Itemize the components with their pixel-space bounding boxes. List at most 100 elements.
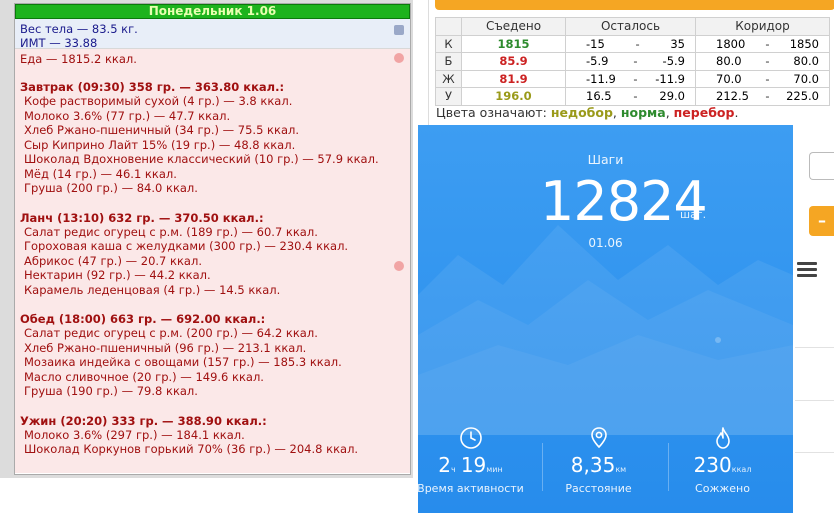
body-weight: Вес тела — 83.5 кг. (20, 22, 138, 36)
calories-caption: Сожжено (695, 482, 750, 495)
meal-item[interactable]: Молоко 3.6% (77 гр.) — 47.7 ккал. (20, 109, 410, 124)
eaten-value: 85.9 (461, 52, 566, 71)
lunch-add-icon[interactable] (394, 261, 404, 271)
meal-item[interactable]: Карамель леденцовая (4 гр.) — 14.5 ккал. (20, 283, 410, 298)
corridor-max: 1850 (789, 36, 819, 51)
meal-item[interactable]: Нектарин (92 гр.) — 44.2 ккал. (20, 268, 410, 283)
steps-title: Шаги (587, 152, 624, 167)
metrics-edit-icon[interactable] (394, 25, 404, 35)
color-legend: Цвета означают: недобор, норма, перебор. (436, 105, 739, 120)
distance-value-wrap: 8,35км (536, 453, 661, 477)
remaining-min: -5.9 (586, 54, 609, 69)
table-corner (435, 17, 462, 36)
range-dash: - (765, 36, 770, 51)
meal-item[interactable]: Кофе растворимый сухой (4 гр.) — 3.8 кка… (20, 94, 410, 109)
table-row: Б 85.9 -5.9 - -5.9 80.0 - 80.0 (435, 52, 830, 71)
meal-item[interactable]: Молоко 3.6% (297 гр.) — 184.1 ккал. (20, 428, 410, 443)
corridor-range: 212.5 - 225.0 (695, 87, 830, 106)
diary-day-card: Понедельник 1.06 Вес тела — 83.5 кг. ИМТ… (14, 3, 411, 475)
day-header[interactable]: Понедельник 1.06 (15, 4, 410, 19)
active-time-value: 2ч 19мин (418, 453, 533, 477)
meal-item[interactable]: Абрикос (47 гр.) — 20.7 ккал. (20, 254, 410, 269)
legend-prefix: Цвета означают: (436, 105, 547, 120)
table-row: К 1815 -15 - 35 1800 - 1850 (435, 34, 830, 53)
meal-item[interactable]: Мёд (14 гр.) — 46.1 ккал. (20, 167, 410, 182)
distance-unit: км (615, 465, 627, 474)
divider (795, 400, 834, 401)
meal-item[interactable]: Груша (190 гр.) — 79.8 ккал. (20, 384, 410, 399)
body-metrics-section: Вес тела — 83.5 кг. ИМТ — 33.88 (15, 19, 410, 50)
meal-item[interactable]: Салат редис огурец с р.м. (200 гр.) — 64… (20, 326, 410, 341)
calories-value-wrap: 230ккал (660, 453, 785, 477)
remaining-max: -5.9 (662, 54, 685, 69)
food-add-icon[interactable] (394, 53, 404, 63)
remaining-range: 16.5 - 29.0 (565, 87, 696, 106)
row-label: У (435, 87, 462, 106)
active-minutes: 19 (460, 453, 487, 477)
meal-title[interactable]: Ланч (13:10) 632 гр. — 370.50 ккал.: (20, 211, 410, 225)
range-dash: - (765, 54, 770, 69)
remaining-max: -11.9 (655, 71, 685, 86)
minutes-unit: мин (486, 465, 503, 474)
remaining-range: -5.9 - -5.9 (565, 52, 696, 71)
column-header-corridor: Коридор (695, 17, 830, 36)
corridor-max: 70.0 (793, 71, 819, 86)
divider (795, 452, 834, 453)
minus-button[interactable]: – (809, 206, 834, 236)
input-box[interactable] (809, 152, 834, 180)
corridor-max: 225.0 (786, 89, 819, 104)
distance-value: 8,35 (570, 453, 616, 477)
meal-supper: Ужин (20:20) 333 гр. — 388.90 ккал.: Мол… (20, 414, 410, 457)
column-header-remaining: Осталось (565, 17, 696, 36)
food-section: Еда — 1815.2 ккал. Завтрак (09:30) 358 г… (15, 49, 410, 473)
meal-breakfast: Завтрак (09:30) 358 гр. — 363.80 ккал.: … (20, 80, 410, 196)
range-dash: - (635, 36, 640, 51)
corridor-min: 80.0 (716, 54, 742, 69)
active-time-caption: Время активности (418, 482, 524, 495)
range-dash: - (765, 71, 770, 86)
meal-item[interactable]: Хлеб Ржано-пшеничный (96 гр.) — 213.1 кк… (20, 341, 410, 356)
meal-title[interactable]: Обед (18:00) 663 гр. — 692.00 ккал.: (20, 312, 410, 326)
meal-dinner: Обед (18:00) 663 гр. — 692.00 ккал.: Сал… (20, 312, 410, 399)
meal-item[interactable]: Груша (200 гр.) — 84.0 ккал. (20, 181, 410, 196)
corridor-range: 70.0 - 70.0 (695, 69, 830, 88)
active-hours: 2 (438, 453, 451, 477)
meal-item[interactable]: Масло сливочное (20 гр.) — 149.6 ккал. (20, 370, 410, 385)
meal-item[interactable]: Шоколад Коркунов горький 70% (36 гр.) — … (20, 442, 410, 457)
top-action-bar[interactable] (435, 0, 834, 10)
remaining-range: -15 - 35 (565, 34, 696, 53)
menu-icon[interactable] (797, 262, 817, 277)
meal-item[interactable]: Мозаика индейка с овощами (157 гр.) — 18… (20, 355, 410, 370)
clock-icon (459, 427, 482, 449)
meal-item[interactable]: Хлеб Ржано-пшеничный (34 гр.) — 75.5 кка… (20, 123, 410, 138)
corridor-min: 70.0 (716, 71, 742, 86)
table-row: У 196.0 16.5 - 29.0 212.5 - 225.0 (435, 87, 830, 106)
corridor-range: 1800 - 1850 (695, 34, 830, 53)
steps-date: 01.06 (588, 236, 623, 250)
nutrition-table: Съедено Осталось Коридор К 1815 -15 - 35 1… (435, 17, 830, 106)
meal-title[interactable]: Ужин (20:20) 333 гр. — 388.90 ккал.: (20, 414, 410, 428)
meal-item[interactable]: Гороховая каша с желудками (300 гр.) — 2… (20, 239, 410, 254)
eaten-value: 196.0 (461, 87, 566, 106)
distance-caption: Расстояние (565, 482, 632, 495)
active-time-metric[interactable]: 2ч 19мин Время активности (418, 425, 533, 505)
range-dash: - (633, 71, 638, 86)
remaining-range: -11.9 - -11.9 (565, 69, 696, 88)
meal-title[interactable]: Завтрак (09:30) 358 гр. — 363.80 ккал.: (20, 80, 410, 94)
steps-unit: шаг. (680, 208, 707, 221)
meal-item[interactable]: Салат редис огурец с р.м. (189 гр.) — 60… (20, 225, 410, 240)
eaten-value: 81.9 (461, 69, 566, 88)
calories-metric[interactable]: 230ккал Сожжено (660, 425, 785, 505)
distance-metric[interactable]: 8,35км Расстояние (536, 425, 661, 505)
remaining-max: 35 (670, 36, 685, 51)
location-pin-icon (590, 427, 607, 449)
meal-item[interactable]: Шоколад Вдохновение классический (10 гр.… (20, 152, 410, 167)
meal-lunch: Ланч (13:10) 632 гр. — 370.50 ккал.: Сал… (20, 211, 410, 298)
legend-over: перебор (673, 105, 735, 120)
hours-unit: ч (450, 465, 456, 474)
table-header-row: Съедено Осталось Коридор (435, 17, 830, 36)
flame-icon (715, 427, 730, 449)
row-label: Ж (435, 69, 462, 88)
meal-item[interactable]: Сыр Киприно Лайт 15% (19 гр.) — 48.8 кка… (20, 138, 410, 153)
table-row: Ж 81.9 -11.9 - -11.9 70.0 - 70.0 (435, 69, 830, 88)
